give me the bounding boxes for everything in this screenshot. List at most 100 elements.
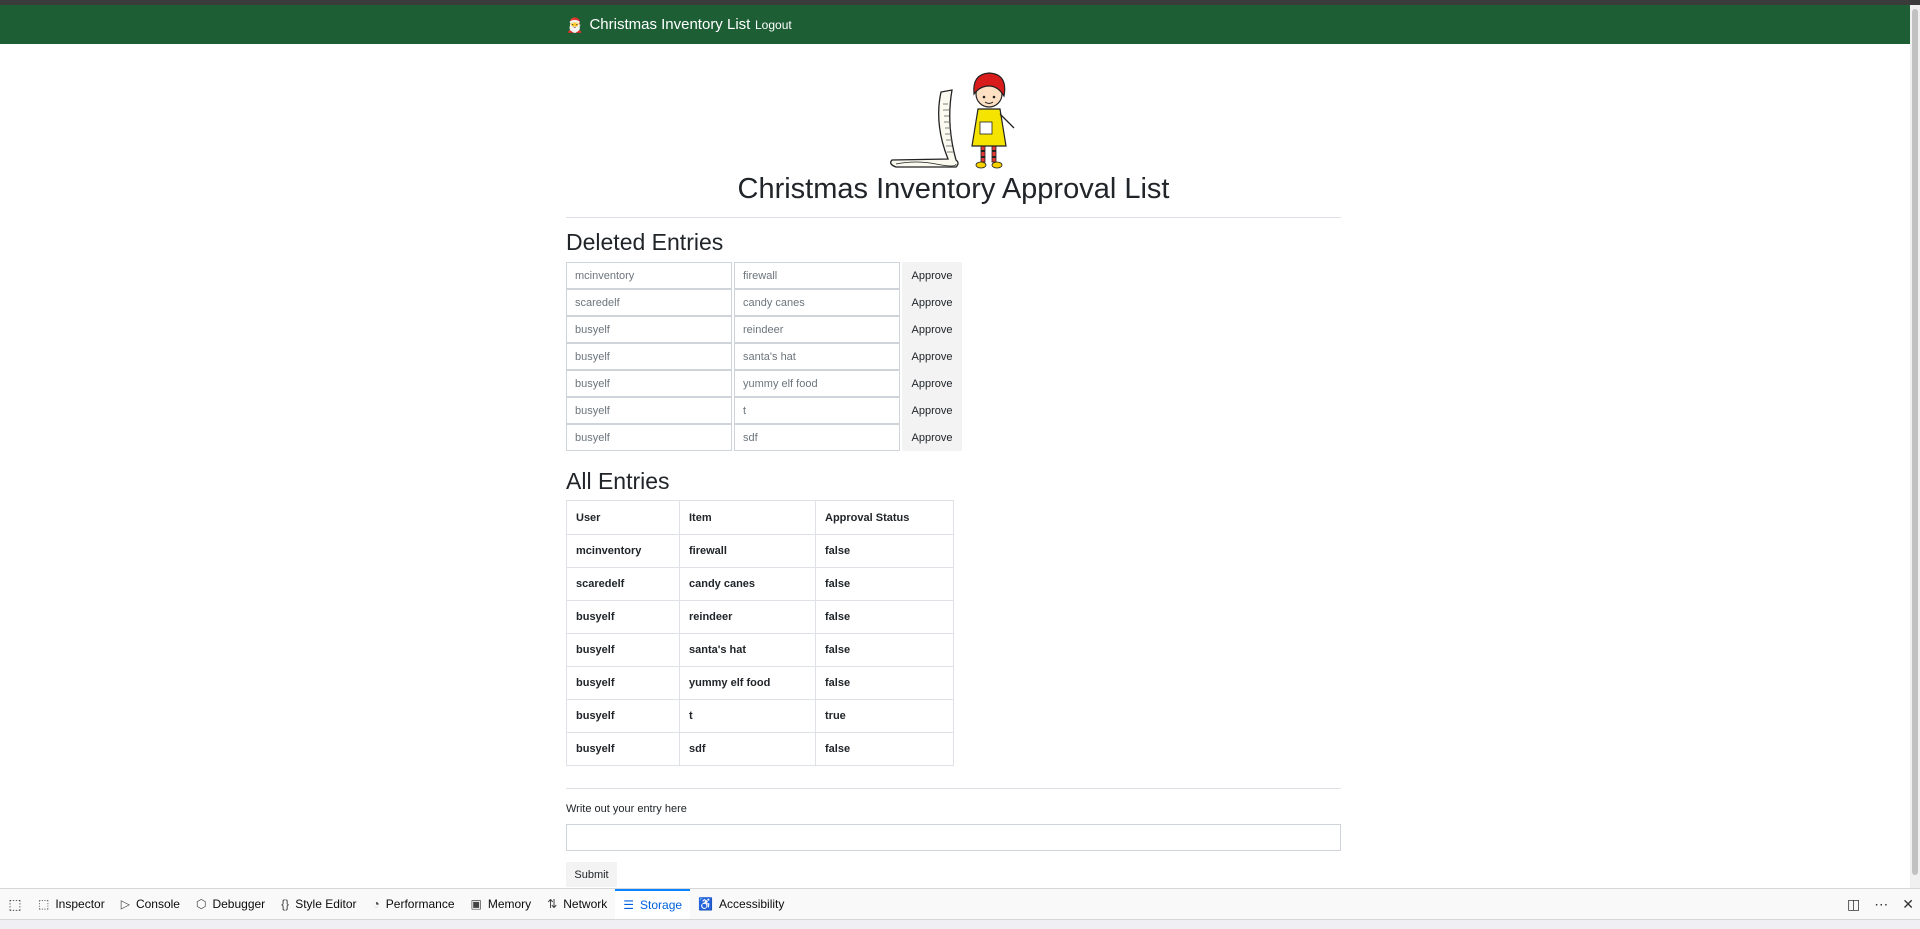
column-header-user: User xyxy=(566,500,680,535)
deleted-entry-item-field[interactable] xyxy=(734,343,900,370)
cell-user: busyelf xyxy=(566,600,680,634)
tab-label: Style Editor xyxy=(295,897,357,911)
cell-item: candy canes xyxy=(679,567,816,601)
inspector-icon: ⬚ xyxy=(38,897,50,911)
table-row: busyelf sdf false xyxy=(566,732,954,766)
deleted-entry-user-field[interactable] xyxy=(566,370,732,397)
deleted-entries-heading: Deleted Entries xyxy=(566,229,724,255)
cell-user: busyelf xyxy=(566,732,680,766)
deleted-entry-user-field[interactable] xyxy=(566,289,732,316)
console-icon: ▷ xyxy=(120,897,130,911)
deleted-entry-user-field[interactable] xyxy=(566,343,732,370)
navbar-brand[interactable]: 🎅 Christmas Inventory List xyxy=(566,5,750,44)
deleted-entry-item-field[interactable] xyxy=(734,262,900,289)
deleted-entry-user-field[interactable] xyxy=(566,397,732,424)
submit-button[interactable]: Submit xyxy=(566,862,617,887)
brand-label: Christmas Inventory List xyxy=(589,16,751,33)
tab-label: Network xyxy=(563,897,608,911)
cell-user: busyelf xyxy=(566,666,680,700)
entry-label: Write out your entry here xyxy=(566,803,687,815)
tab-label: Debugger xyxy=(212,897,266,911)
close-icon[interactable]: ✕ xyxy=(1902,896,1914,913)
approve-button[interactable]: Approve xyxy=(902,262,962,289)
approve-button[interactable]: Approve xyxy=(902,289,962,316)
cell-item: reindeer xyxy=(679,600,816,634)
network-icon: ⇅ xyxy=(547,897,558,911)
deleted-entry-user-field[interactable] xyxy=(566,262,732,289)
devtools-tab-inspector[interactable]: ⬚ Inspector xyxy=(30,889,113,919)
deleted-entry-user-field[interactable] xyxy=(566,424,732,451)
tab-label: Storage xyxy=(640,898,683,912)
devtools-tab-memory[interactable]: ▣ Memory xyxy=(463,889,540,919)
table-row: mcinventory firewall false xyxy=(566,534,954,568)
cell-status: false xyxy=(815,666,954,700)
entry-input[interactable] xyxy=(566,824,1341,851)
cell-item: firewall xyxy=(679,534,816,568)
table-row: busyelf yummy elf food false xyxy=(566,666,954,700)
tab-label: Performance xyxy=(385,897,455,911)
devtools-panel: ⬚ ⬚ Inspector ▷ Console ⬡ Debugger {} St… xyxy=(0,888,1920,929)
debugger-icon: ⬡ xyxy=(195,897,207,911)
cell-user: busyelf xyxy=(566,699,680,733)
cell-status: true xyxy=(815,699,954,733)
accessibility-icon: ♿ xyxy=(698,897,714,911)
cell-status: false xyxy=(815,534,954,568)
devtools-tab-console[interactable]: ▷ Console xyxy=(113,889,188,919)
devtools-tab-style-editor[interactable]: {} Style Editor xyxy=(273,889,364,919)
cell-item: sdf xyxy=(679,732,816,766)
all-entries-heading: All Entries xyxy=(566,468,670,494)
column-header-item: Item xyxy=(679,500,816,535)
logout-link[interactable]: Logout xyxy=(755,5,792,44)
scrollbar-thumb[interactable] xyxy=(1912,9,1918,875)
tab-label: Memory xyxy=(487,897,532,911)
cell-user: mcinventory xyxy=(566,534,680,568)
tab-label: Inspector xyxy=(55,897,105,911)
approve-button[interactable]: Approve xyxy=(902,370,962,397)
element-picker-icon[interactable]: ⬚ xyxy=(0,889,30,919)
approve-button[interactable]: Approve xyxy=(902,316,962,343)
deleted-entry-item-field[interactable] xyxy=(734,289,900,316)
cell-item: santa's hat xyxy=(679,633,816,667)
deleted-entry-item-field[interactable] xyxy=(734,316,900,343)
style-editor-icon: {} xyxy=(281,897,290,911)
devtools-tab-performance[interactable]: ◔ Performance xyxy=(365,889,463,919)
navbar: 🎅 Christmas Inventory List Logout xyxy=(0,5,1910,44)
divider xyxy=(566,788,1341,789)
deleted-entry-user-field[interactable] xyxy=(566,316,732,343)
storage-icon: ☰ xyxy=(623,898,635,912)
cell-status: false xyxy=(815,633,954,667)
devtools-window-controls: ◫ ⋯ ✕ xyxy=(1847,889,1914,919)
column-header-approval-status: Approval Status xyxy=(815,500,954,535)
devtools-tab-storage[interactable]: ☰ Storage xyxy=(615,889,691,919)
cell-status: false xyxy=(815,567,954,601)
approve-button[interactable]: Approve xyxy=(902,424,962,451)
approve-button[interactable]: Approve xyxy=(902,343,962,370)
devtools-tab-network[interactable]: ⇅ Network xyxy=(539,889,615,919)
table-row: busyelf santa's hat false xyxy=(566,633,954,667)
table-row: busyelf t true xyxy=(566,699,954,733)
cell-user: busyelf xyxy=(566,633,680,667)
page-scrollbar[interactable] xyxy=(1910,5,1920,888)
devtools-toolbar: ⬚ ⬚ Inspector ▷ Console ⬡ Debugger {} St… xyxy=(0,889,792,919)
tab-label: Console xyxy=(135,897,180,911)
dock-toggle-icon[interactable]: ◫ xyxy=(1847,896,1860,913)
deleted-entry-item-field[interactable] xyxy=(734,424,900,451)
devtools-tab-debugger[interactable]: ⬡ Debugger xyxy=(188,889,273,919)
entries-table: User Item Approval Status mcinventory fi… xyxy=(566,500,954,766)
memory-icon: ▣ xyxy=(470,897,482,911)
table-row: busyelf reindeer false xyxy=(566,600,954,634)
performance-icon: ◔ xyxy=(372,897,380,911)
approve-button[interactable]: Approve xyxy=(902,397,962,424)
cell-status: false xyxy=(815,732,954,766)
devtools-tab-accessibility[interactable]: ♿ Accessibility xyxy=(690,889,792,919)
divider xyxy=(566,217,1341,218)
deleted-entry-item-field[interactable] xyxy=(734,397,900,424)
cell-item: t xyxy=(679,699,816,733)
santa-icon: 🎅 xyxy=(566,16,584,33)
elf-illustration xyxy=(890,72,1015,169)
table-row: scaredelf candy canes false xyxy=(566,567,954,601)
table-header-row: User Item Approval Status xyxy=(566,500,954,535)
more-options-icon[interactable]: ⋯ xyxy=(1874,896,1888,913)
cell-user: scaredelf xyxy=(566,567,680,601)
deleted-entry-item-field[interactable] xyxy=(734,370,900,397)
